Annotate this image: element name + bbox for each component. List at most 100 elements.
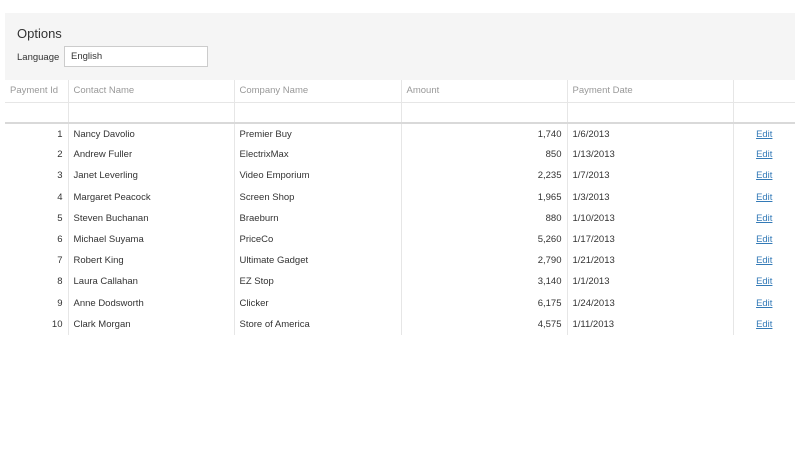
cell-company-name: Screen Shop xyxy=(234,186,402,208)
table-row[interactable]: 4 Margaret Peacock Screen Shop 1,965 1/3/201… xyxy=(5,186,795,208)
cell-payment-date: 1/1/2013 xyxy=(567,271,734,293)
edit-link[interactable]: Edit xyxy=(756,234,772,245)
cell-amount: 4,575 xyxy=(401,313,568,335)
filter-cell-payment-date[interactable] xyxy=(567,102,734,124)
cell-payment-id: 1 xyxy=(5,123,69,145)
cell-contact-name: Michael Suyama xyxy=(68,228,235,251)
edit-link[interactable]: Edit xyxy=(756,192,772,203)
cell-actions: Edit xyxy=(733,271,795,292)
cell-amount: 5,260 xyxy=(401,228,568,251)
table-row[interactable]: 9 Anne Dodsworth Clicker 6,175 1/24/2013 Edit xyxy=(5,292,795,314)
table-row[interactable]: 5 Steven Buchanan Braeburn 880 1/10/2013 Edit xyxy=(5,207,795,229)
cell-payment-date: 1/6/2013 xyxy=(567,123,734,145)
cell-payment-date: 1/7/2013 xyxy=(567,165,734,187)
cell-payment-id: 10 xyxy=(5,313,69,335)
cell-company-name: Braeburn xyxy=(234,207,402,229)
edit-link[interactable]: Edit xyxy=(756,276,772,287)
edit-link[interactable]: Edit xyxy=(756,255,772,266)
cell-actions: Edit xyxy=(733,229,795,250)
column-header-contact-name[interactable]: Contact Name xyxy=(68,80,235,103)
cell-company-name: Store of America xyxy=(234,313,402,335)
cell-actions: Edit xyxy=(733,187,795,208)
table-row[interactable]: 8 Laura Callahan EZ Stop 3,140 1/1/2013 Edit xyxy=(5,271,795,293)
edit-link[interactable]: Edit xyxy=(756,149,772,160)
payments-table: Payment Id Contact Name Company Name Amo… xyxy=(5,80,795,335)
cell-contact-name: Clark Morgan xyxy=(68,313,235,335)
cell-payment-date: 1/3/2013 xyxy=(567,186,734,208)
cell-payment-date: 1/24/2013 xyxy=(567,292,734,314)
cell-amount: 3,140 xyxy=(401,271,568,293)
cell-actions: Edit xyxy=(733,144,795,165)
edit-link[interactable]: Edit xyxy=(756,319,772,330)
cell-amount: 1,740 xyxy=(401,123,568,145)
options-title: Options xyxy=(17,26,62,41)
cell-company-name: PriceCo xyxy=(234,228,402,251)
cell-contact-name: Andrew Fuller xyxy=(68,144,235,166)
cell-payment-id: 8 xyxy=(5,271,69,293)
cell-payment-id: 5 xyxy=(5,207,69,229)
edit-link[interactable]: Edit xyxy=(756,170,772,181)
column-header-amount[interactable]: Amount xyxy=(401,80,568,103)
cell-payment-date: 1/11/2013 xyxy=(567,313,734,335)
payments-grid: Payment Id Contact Name Company Name Amo… xyxy=(5,80,795,338)
cell-contact-name: Janet Leverling xyxy=(68,165,235,187)
cell-amount: 1,965 xyxy=(401,186,568,208)
edit-link[interactable]: Edit xyxy=(756,129,772,140)
filter-cell-amount[interactable] xyxy=(401,102,568,124)
cell-company-name: ElectrixMax xyxy=(234,144,402,166)
cell-contact-name: Nancy Davolio xyxy=(68,123,235,145)
table-row[interactable]: 6 Michael Suyama PriceCo 5,260 1/17/2013 Edit xyxy=(5,228,795,251)
cell-payment-date: 1/10/2013 xyxy=(567,207,734,229)
cell-actions: Edit xyxy=(733,165,795,186)
cell-amount: 880 xyxy=(401,207,568,229)
cell-contact-name: Robert King xyxy=(68,250,235,272)
cell-payment-id: 3 xyxy=(5,165,69,187)
cell-actions: Edit xyxy=(733,123,795,144)
cell-payment-id: 9 xyxy=(5,292,69,314)
edit-link[interactable]: Edit xyxy=(756,298,772,309)
cell-company-name: Clicker xyxy=(234,292,402,314)
filter-cell-contact-name[interactable] xyxy=(68,102,235,124)
language-label: Language xyxy=(17,52,60,63)
table-row[interactable]: 3 Janet Leverling Video Emporium 2,235 1/7/2… xyxy=(5,165,795,187)
column-header-payment-id[interactable]: Payment Id xyxy=(5,80,69,103)
language-input[interactable] xyxy=(64,46,208,67)
cell-amount: 850 xyxy=(401,144,568,166)
cell-amount: 2,790 xyxy=(401,250,568,272)
cell-company-name: Ultimate Gadget xyxy=(234,250,402,272)
column-header-payment-date[interactable]: Payment Date xyxy=(567,80,734,103)
column-header-actions xyxy=(733,80,795,103)
cell-contact-name: Laura Callahan xyxy=(68,271,235,293)
filter-cell-payment-id[interactable] xyxy=(5,102,69,124)
table-row[interactable]: 7 Robert King Ultimate Gadget 2,790 1/21/201… xyxy=(5,250,795,272)
cell-contact-name: Margaret Peacock xyxy=(68,186,235,208)
cell-payment-id: 6 xyxy=(5,228,69,251)
table-row[interactable]: 1 Nancy Davolio Premier Buy 1,740 1/6/2013 Ed… xyxy=(5,123,795,145)
cell-contact-name: Anne Dodsworth xyxy=(68,292,235,314)
cell-amount: 6,175 xyxy=(401,292,568,314)
cell-payment-id: 7 xyxy=(5,250,69,272)
cell-payment-date: 1/13/2013 xyxy=(567,144,734,166)
filter-cell-company-name[interactable] xyxy=(234,102,402,124)
cell-payment-date: 1/21/2013 xyxy=(567,250,734,272)
cell-payment-date: 1/17/2013 xyxy=(567,228,734,251)
cell-contact-name: Steven Buchanan xyxy=(68,207,235,229)
table-row[interactable]: 10 Clark Morgan Store of America 4,575 1/11/… xyxy=(5,313,795,335)
cell-amount: 2,235 xyxy=(401,165,568,187)
cell-company-name: EZ Stop xyxy=(234,271,402,293)
column-header-company-name[interactable]: Company Name xyxy=(234,80,402,103)
cell-payment-id: 4 xyxy=(5,186,69,208)
filter-cell-actions xyxy=(733,102,795,124)
table-row[interactable]: 2 Andrew Fuller ElectrixMax 850 1/13/2013 Edi… xyxy=(5,144,795,166)
cell-actions: Edit xyxy=(733,314,795,335)
cell-actions: Edit xyxy=(733,208,795,229)
header-row: Payment Id Contact Name Company Name Amo… xyxy=(5,80,795,103)
edit-link[interactable]: Edit xyxy=(756,213,772,224)
cell-company-name: Premier Buy xyxy=(234,123,402,145)
cell-company-name: Video Emporium xyxy=(234,165,402,187)
filter-row xyxy=(5,102,795,124)
cell-actions: Edit xyxy=(733,250,795,271)
cell-payment-id: 2 xyxy=(5,144,69,166)
cell-actions: Edit xyxy=(733,293,795,314)
options-panel: Options Language xyxy=(5,13,795,80)
